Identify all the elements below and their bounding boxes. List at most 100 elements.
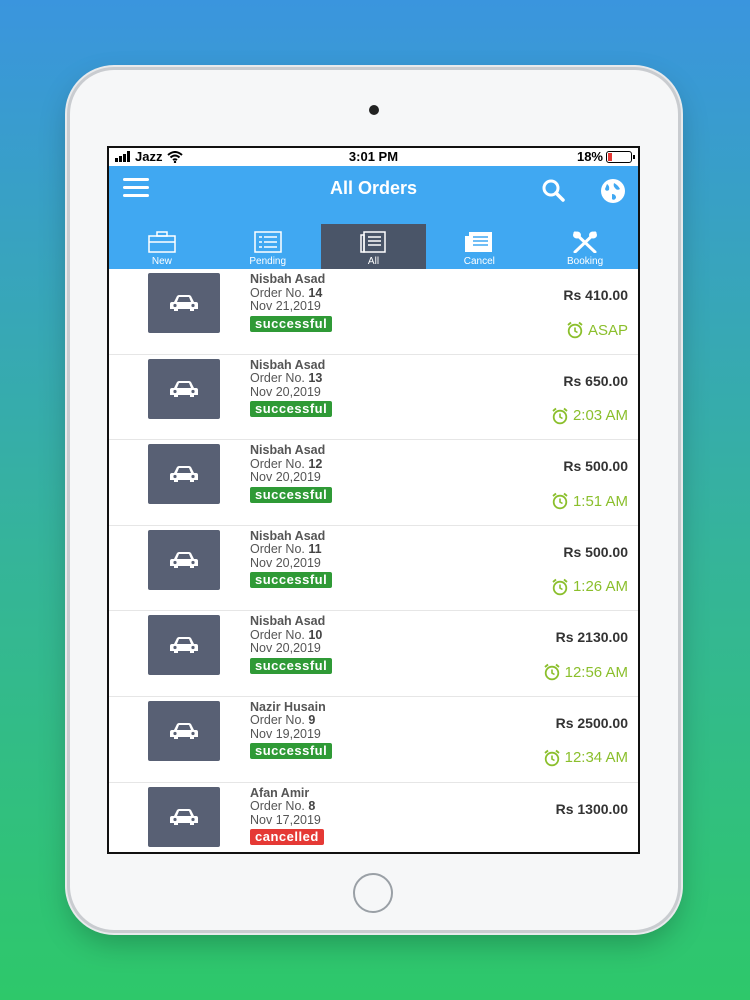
customer-name: Nazir Husain bbox=[250, 699, 326, 714]
order-price: Rs 650.00 bbox=[563, 372, 628, 389]
tab-all[interactable]: All bbox=[320, 224, 427, 269]
battery-icon bbox=[606, 150, 635, 163]
customer-name: Nisbah Asad bbox=[250, 528, 326, 543]
order-time-text: 1:51 AM bbox=[572, 492, 628, 510]
order-date: Nov 20,2019 bbox=[250, 641, 321, 656]
order-info: Afan Amir Order No. 8 Nov 17,2019 cancel… bbox=[250, 785, 324, 846]
order-date: Nov 21,2019 bbox=[250, 299, 321, 313]
order-info: Nisbah Asad Order No. 12 Nov 20,2019 suc… bbox=[250, 443, 333, 503]
app-header: All Orders bbox=[109, 166, 638, 224]
status-time: 3:01 PM bbox=[348, 149, 399, 164]
tab-label: Cancel bbox=[463, 256, 495, 267]
order-date: Nov 20,2019 bbox=[250, 555, 321, 570]
order-time-text: 12:56 AM bbox=[564, 663, 628, 681]
search-icon[interactable] bbox=[541, 178, 567, 204]
order-row[interactable]: Nisbah Asad Order No. 10 Nov 20,2019 suc… bbox=[109, 611, 638, 697]
tab-label: All bbox=[367, 256, 380, 267]
home-button[interactable] bbox=[353, 873, 393, 913]
alarm-clock-icon bbox=[567, 321, 583, 339]
customer-name: Nisbah Asad bbox=[250, 614, 326, 629]
order-price: Rs 500.00 bbox=[563, 458, 628, 475]
order-info: Nisbah Asad Order No. 10 Nov 20,2019 suc… bbox=[250, 614, 333, 674]
customer-name: Nisbah Asad bbox=[250, 357, 326, 372]
car-icon bbox=[170, 722, 198, 739]
car-icon bbox=[170, 295, 198, 311]
order-price: Rs 2500.00 bbox=[555, 714, 628, 731]
order-thumbnail bbox=[148, 444, 220, 505]
order-thumbnail bbox=[148, 358, 220, 419]
car-icon bbox=[170, 808, 198, 825]
order-time-text: 1:26 AM bbox=[572, 578, 628, 596]
car-icon bbox=[170, 466, 198, 483]
tab-pending[interactable]: Pending bbox=[215, 224, 321, 269]
order-price: Rs 410.00 bbox=[563, 287, 628, 303]
tab-label: New bbox=[151, 256, 172, 267]
alarm-clock-icon bbox=[544, 749, 560, 767]
newspaper-icon bbox=[465, 232, 493, 252]
order-date: Nov 17,2019 bbox=[250, 812, 321, 827]
order-number: Order No. 10 bbox=[250, 627, 332, 643]
list-icon bbox=[253, 231, 282, 253]
alarm-clock-icon bbox=[552, 578, 568, 595]
status-badge: successful bbox=[250, 572, 333, 589]
order-price: Rs 500.00 bbox=[563, 543, 628, 560]
order-row[interactable]: Nisbah Asad Order No. 11 Nov 20,2019 suc… bbox=[109, 525, 638, 612]
order-row[interactable]: Nazir Husain Order No. 9 Nov 19,2019 suc… bbox=[109, 696, 638, 783]
order-thumbnail bbox=[148, 273, 220, 333]
order-number: Order No. 12 bbox=[250, 456, 332, 472]
order-number-prefix: Order No. bbox=[250, 713, 305, 728]
order-number: Order No. 8 bbox=[250, 799, 324, 814]
order-number-value: 9 bbox=[308, 713, 316, 728]
order-price: Rs 1300.00 bbox=[555, 800, 628, 817]
order-number: Order No. 11 bbox=[250, 543, 332, 557]
order-number-prefix: Order No. bbox=[250, 627, 305, 642]
order-date: Nov 20,2019 bbox=[250, 384, 321, 399]
order-row[interactable]: Nisbah Asad Order No. 14 Nov 21,2019 suc… bbox=[109, 269, 638, 355]
car-icon bbox=[170, 380, 198, 397]
order-date: Nov 20,2019 bbox=[250, 470, 321, 485]
status-badge: successful bbox=[250, 315, 333, 332]
order-number-prefix: Order No. bbox=[250, 371, 305, 386]
status-badge: successful bbox=[250, 486, 333, 503]
order-time: 1:51 AM bbox=[551, 492, 628, 510]
order-price: Rs 2130.00 bbox=[555, 629, 628, 646]
globe-icon[interactable] bbox=[599, 177, 627, 205]
order-row[interactable]: Nisbah Asad Order No. 13 Nov 20,2019 suc… bbox=[109, 354, 638, 441]
status-bar: Jazz 3:01 PM 18% bbox=[109, 148, 638, 166]
status-badge: successful bbox=[250, 657, 333, 674]
front-camera bbox=[369, 105, 379, 115]
order-number-value: 14 bbox=[308, 285, 323, 300]
battery-percent: 18% bbox=[576, 149, 603, 164]
tab-booking[interactable]: Booking bbox=[532, 224, 638, 269]
tab-new[interactable]: New bbox=[109, 224, 215, 269]
tab-label: Booking bbox=[567, 256, 604, 267]
order-date: Nov 19,2019 bbox=[250, 726, 321, 741]
order-row[interactable]: Nisbah Asad Order No. 12 Nov 20,2019 suc… bbox=[109, 440, 638, 526]
order-time-text: 2:03 AM bbox=[572, 407, 628, 425]
order-time: 2:03 AM bbox=[551, 407, 628, 425]
order-number-value: 11 bbox=[308, 542, 322, 557]
order-number-prefix: Order No. bbox=[250, 456, 305, 471]
fork-spoon-icon bbox=[573, 231, 598, 253]
alarm-clock-icon bbox=[552, 407, 568, 424]
order-time: 1:26 AM bbox=[551, 578, 628, 596]
order-thumbnail bbox=[148, 529, 220, 590]
customer-name: Nisbah Asad bbox=[250, 443, 326, 458]
status-badge: cancelled bbox=[250, 829, 324, 846]
order-time-text: 12:34 AM bbox=[564, 749, 628, 767]
briefcase-icon bbox=[148, 231, 176, 253]
car-icon bbox=[170, 637, 198, 654]
alarm-clock-icon bbox=[544, 664, 560, 681]
tab-cancel[interactable]: Cancel bbox=[426, 224, 532, 269]
order-number-prefix: Order No. bbox=[250, 799, 305, 814]
orders-list: Nisbah Asad Order No. 14 Nov 21,2019 suc… bbox=[109, 269, 638, 852]
order-thumbnail bbox=[148, 700, 220, 761]
order-time: ASAP bbox=[566, 321, 628, 339]
order-row[interactable]: Afan Amir Order No. 8 Nov 17,2019 cancel… bbox=[109, 782, 638, 852]
order-thumbnail bbox=[148, 786, 220, 847]
customer-name: Afan Amir bbox=[250, 785, 310, 800]
order-number: Order No. 9 bbox=[250, 714, 332, 728]
order-number-value: 10 bbox=[308, 627, 323, 642]
order-info: Nisbah Asad Order No. 11 Nov 20,2019 suc… bbox=[250, 528, 333, 589]
document-icon bbox=[360, 231, 387, 253]
